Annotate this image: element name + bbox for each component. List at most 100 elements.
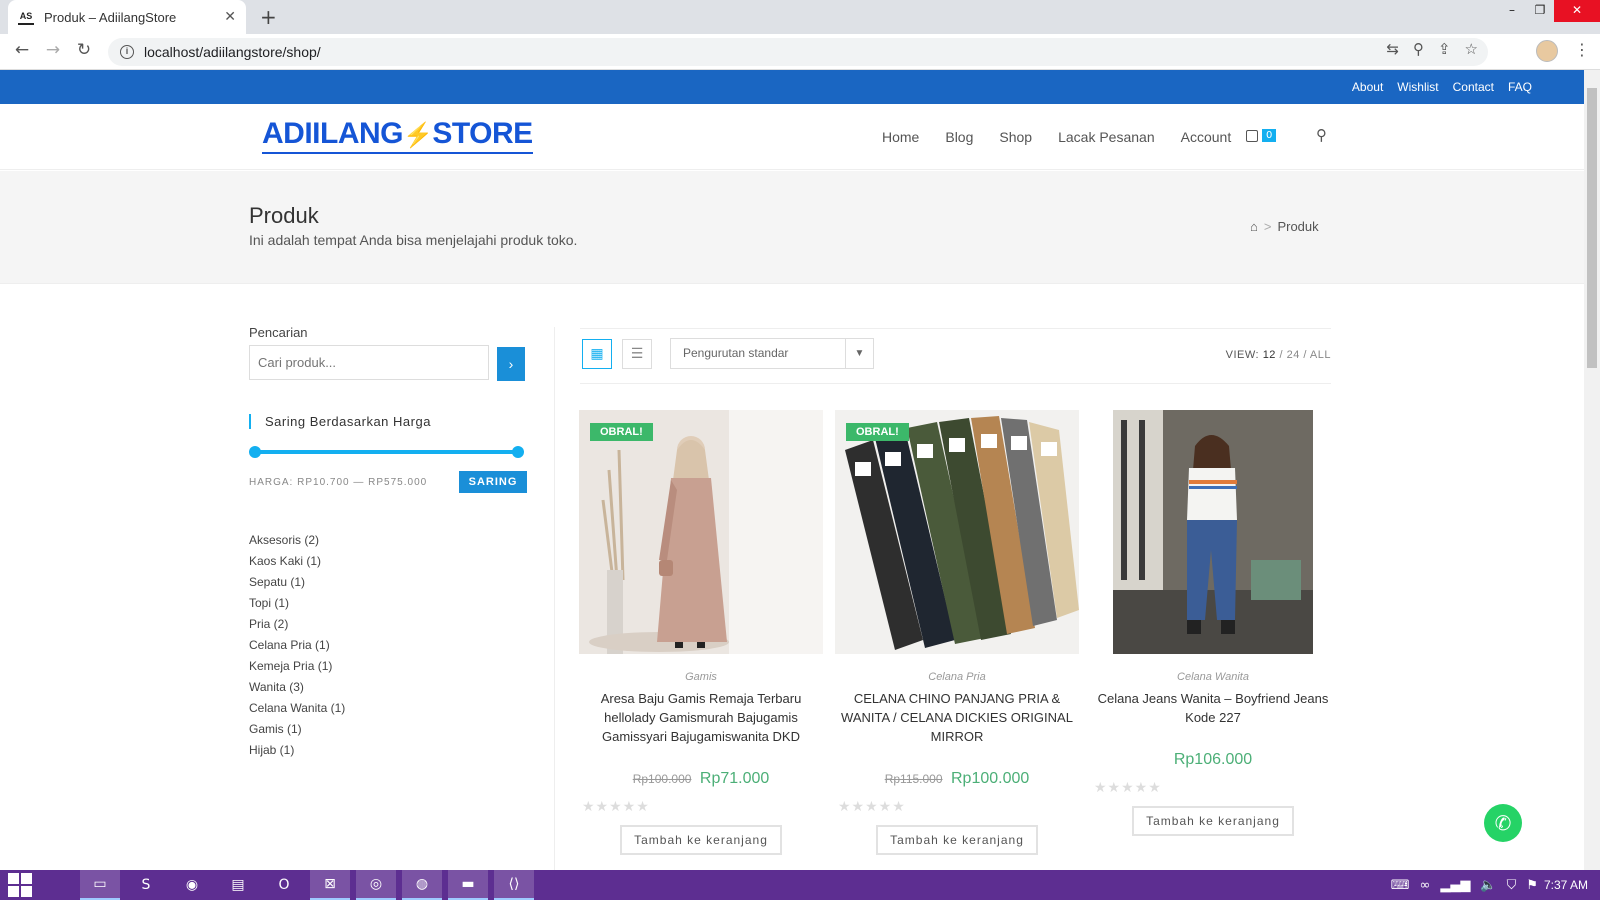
view-label: VIEW:: [1225, 349, 1260, 361]
product-search-input[interactable]: [249, 345, 489, 380]
category-item[interactable]: Kaos Kaki (1): [249, 554, 524, 575]
site-info-icon[interactable]: i: [120, 45, 134, 59]
app-window-icon[interactable]: ◍: [402, 870, 442, 900]
top-link-about[interactable]: About: [1352, 70, 1383, 104]
page-scrollbar[interactable]: [1584, 70, 1600, 870]
forward-icon[interactable]: →: [41, 40, 65, 60]
cart-button[interactable]: 0: [1246, 129, 1277, 142]
product-card: OBRAL! Celana Pria CELANA CHINO PANJANG …: [834, 410, 1080, 855]
product-image[interactable]: OBRAL!: [579, 410, 823, 654]
category-item[interactable]: Pria (2): [249, 617, 524, 638]
search-icon[interactable]: ⚲: [1316, 126, 1327, 144]
add-to-cart-button[interactable]: Tambah ke keranjang: [620, 825, 782, 855]
product-price: Rp115.000 Rp100.000: [834, 770, 1080, 788]
category-item[interactable]: Wanita (3): [249, 680, 524, 701]
sublime-text-icon[interactable]: S: [126, 870, 166, 900]
logo-text-right: STORE: [432, 117, 533, 150]
product-name[interactable]: CELANA CHINO PANJANG PRIA & WANITA / CEL…: [834, 689, 1080, 746]
start-button[interactable]: [0, 870, 40, 900]
share-icon[interactable]: ⇪: [1438, 40, 1451, 58]
taskbar-clock[interactable]: 7:37 AM: [1544, 878, 1588, 892]
price-range-text: HARGA: RP10.700 — RP575.000: [249, 477, 428, 488]
product-image[interactable]: [1091, 410, 1335, 654]
product-category[interactable]: Gamis: [578, 671, 824, 683]
logo-text-left: ADIILANG: [262, 117, 404, 150]
terminal-icon[interactable]: ▤: [218, 870, 258, 900]
close-tab-icon[interactable]: ✕: [224, 9, 236, 25]
nav-lacak-pesanan[interactable]: Lacak Pesanan: [1058, 129, 1155, 145]
sort-select[interactable]: Pengurutan standar ▼: [670, 338, 874, 369]
add-to-cart-button[interactable]: Tambah ke keranjang: [876, 825, 1038, 855]
category-item[interactable]: Hijab (1): [249, 743, 524, 764]
rating-stars: ★★★★★: [838, 798, 906, 814]
nav-home[interactable]: Home: [882, 129, 919, 145]
view-12-link[interactable]: 12: [1263, 349, 1276, 361]
restore-icon[interactable]: ❐: [1526, 0, 1554, 22]
nav-account[interactable]: Account: [1181, 129, 1232, 145]
rating-stars: ★★★★★: [582, 798, 650, 814]
profile-avatar[interactable]: [1536, 40, 1558, 62]
list-view-icon[interactable]: ☰: [622, 339, 652, 369]
link-icon[interactable]: ∞: [1420, 878, 1431, 893]
translate-icon[interactable]: ⇆: [1386, 40, 1399, 58]
site-logo[interactable]: ADIILANG⚡STORE: [262, 118, 533, 154]
reload-icon[interactable]: ↻: [72, 40, 96, 60]
product-category[interactable]: Celana Pria: [834, 671, 1080, 683]
product-name[interactable]: Aresa Baju Gamis Remaja Terbaru hellolad…: [578, 689, 824, 746]
category-item[interactable]: Kemeja Pria (1): [249, 659, 524, 680]
category-item[interactable]: Celana Wanita (1): [249, 701, 524, 722]
new-tab-icon[interactable]: +: [260, 5, 277, 29]
category-item[interactable]: Sepatu (1): [249, 575, 524, 596]
product-price: Rp100.000 Rp71.000: [578, 770, 824, 788]
url-field[interactable]: i localhost/adiilangstore/shop/: [108, 38, 1488, 66]
vscode-icon[interactable]: ⟨⟩: [494, 870, 534, 900]
shield-icon[interactable]: ⛉: [1507, 878, 1517, 893]
zoom-icon[interactable]: ⚲: [1413, 40, 1424, 58]
close-window-icon[interactable]: ✕: [1554, 0, 1600, 22]
browser-tab[interactable]: AS Produk – AdiilangStore ✕: [8, 0, 246, 34]
whatsapp-chat-icon[interactable]: ✆: [1484, 804, 1522, 842]
sale-badge: OBRAL!: [590, 423, 653, 441]
keyboard-icon[interactable]: ⌨: [1391, 878, 1410, 893]
back-icon[interactable]: ←: [10, 40, 34, 60]
view-24-link[interactable]: 24: [1287, 349, 1300, 361]
category-item[interactable]: Celana Pria (1): [249, 638, 524, 659]
nav-blog[interactable]: Blog: [945, 129, 973, 145]
category-item[interactable]: Aksesoris (2): [249, 533, 524, 554]
price-slider-max-handle[interactable]: [512, 446, 524, 458]
network-icon[interactable]: ▂▄▆: [1440, 878, 1470, 893]
volume-icon[interactable]: 🔈: [1480, 878, 1496, 893]
scrollbar-thumb[interactable]: [1587, 88, 1597, 368]
product-name[interactable]: Celana Jeans Wanita – Boyfriend Jeans Ko…: [1090, 689, 1336, 727]
price-slider-min-handle[interactable]: [249, 446, 261, 458]
category-list: Aksesoris (2) Kaos Kaki (1) Sepatu (1) T…: [249, 533, 524, 764]
xampp-icon[interactable]: ⊠: [310, 870, 350, 900]
category-item[interactable]: Topi (1): [249, 596, 524, 617]
home-icon[interactable]: ⌂: [1250, 219, 1258, 234]
view-all-link[interactable]: ALL: [1310, 349, 1331, 361]
sale-price: Rp106.000: [1173, 751, 1253, 768]
chrome-icon[interactable]: ◉: [172, 870, 212, 900]
search-submit-button[interactable]: ›: [497, 347, 525, 381]
browser-menu-icon[interactable]: ⋮: [1574, 40, 1590, 59]
old-price: Rp115.000: [884, 772, 943, 786]
top-bar: About Wishlist Contact FAQ: [0, 70, 1584, 104]
chrome-window-icon[interactable]: ◎: [356, 870, 396, 900]
grid-view-icon[interactable]: ▦: [582, 339, 612, 369]
add-to-cart-button[interactable]: Tambah ke keranjang: [1132, 806, 1294, 836]
category-item[interactable]: Gamis (1): [249, 722, 524, 743]
minimize-icon[interactable]: –: [1498, 0, 1526, 22]
bookmark-star-icon[interactable]: ☆: [1465, 40, 1478, 58]
explorer-window-icon[interactable]: ▬: [448, 870, 488, 900]
notification-icon[interactable]: ⚑: [1526, 878, 1538, 893]
opera-icon[interactable]: O: [264, 870, 304, 900]
nav-shop[interactable]: Shop: [999, 129, 1032, 145]
top-link-contact[interactable]: Contact: [1453, 70, 1494, 104]
product-image[interactable]: OBRAL!: [835, 410, 1079, 654]
price-filter-button[interactable]: SARING: [459, 471, 527, 493]
file-explorer-icon[interactable]: ▭: [80, 870, 120, 900]
product-category[interactable]: Celana Wanita: [1090, 671, 1336, 683]
top-link-wishlist[interactable]: Wishlist: [1397, 70, 1438, 104]
chevron-down-icon: ▼: [845, 339, 873, 368]
top-link-faq[interactable]: FAQ: [1508, 70, 1532, 104]
